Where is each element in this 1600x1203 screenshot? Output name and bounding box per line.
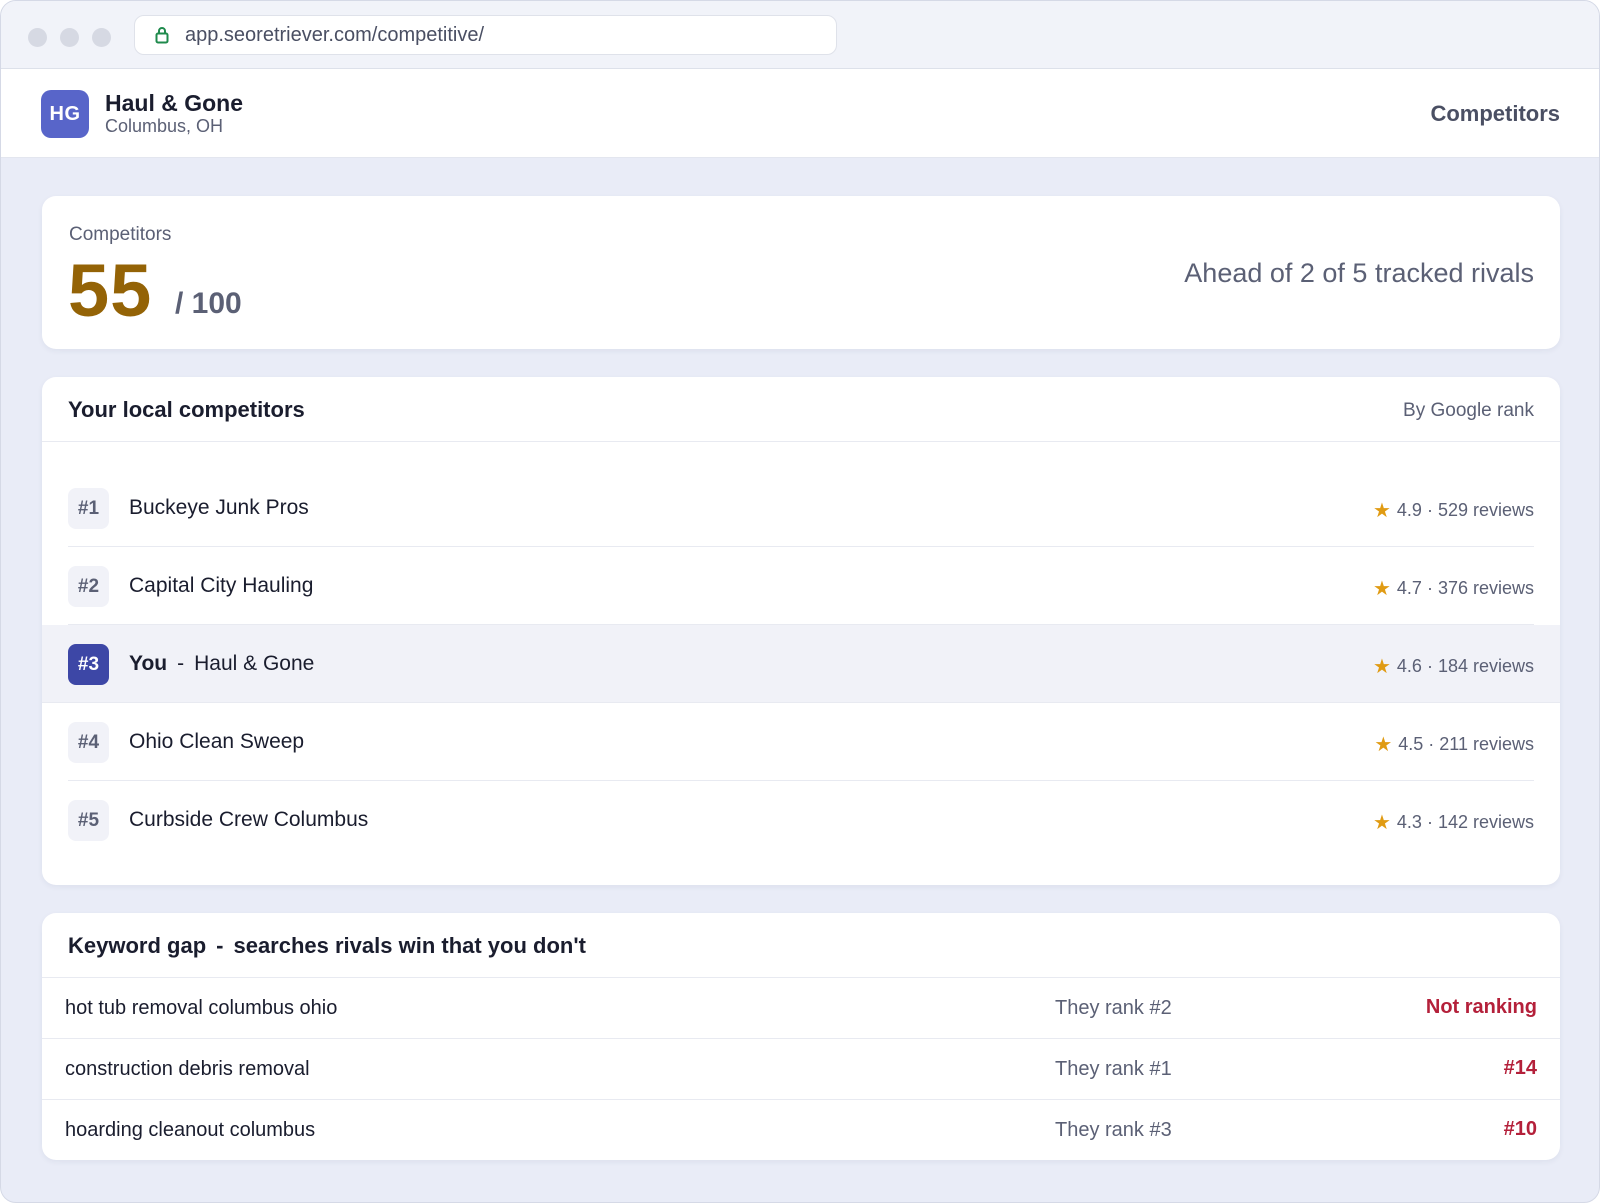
keyword-term: hot tub removal columbus ohio (65, 997, 338, 1019)
keyword-gap-title-main: Keyword gap (68, 933, 207, 958)
business-logo: HG (41, 90, 89, 138)
star-icon: ★ (1372, 656, 1391, 678)
keyword-gap-title: Keyword gap - searches rivals win that you… (68, 933, 586, 959)
rank-badge: #5 (68, 800, 109, 841)
competitors-card: Your local competitors By Google rank #1… (42, 377, 1560, 885)
competitor-row[interactable]: #2 Capital City Hauling ★ 4.7 · 376 revi… (42, 547, 1560, 625)
competitor-rating: ★ 4.3 · 142 reviews (1373, 810, 1534, 835)
rating-text: 4.7 · 376 reviews (1396, 578, 1534, 598)
rank-badge: #2 (68, 566, 109, 607)
your-rank: #14 (1503, 1057, 1537, 1079)
star-icon: ★ (1374, 734, 1393, 756)
your-business-name: Haul & Gone (194, 652, 315, 675)
keyword-row[interactable]: hoarding cleanout columbus They rank #3 … (42, 1100, 1560, 1161)
competitor-rank: They rank #3 (1055, 1119, 1172, 1141)
competitor-rank: They rank #2 (1055, 997, 1172, 1019)
competitor-name: Curbside Crew Columbus (129, 808, 369, 831)
star-icon: ★ (1372, 500, 1391, 522)
competitor-row-you[interactable]: #3 You - Haul & Gone ★ 4.6 · 184 reviews (42, 625, 1560, 703)
competitors-title: Your local competitors (68, 397, 305, 422)
keyword-gap-card: Keyword gap - searches rivals win that you… (42, 913, 1560, 1160)
your-rank: #10 (1503, 1118, 1537, 1140)
competitor-rating: ★ 4.9 · 529 reviews (1373, 498, 1534, 523)
keyword-term: construction debris removal (65, 1058, 310, 1080)
app-header: HG Haul & Gone Columbus, OH Competitors (1, 69, 1599, 158)
competitors-header: Your local competitors By Google rank (42, 377, 1560, 442)
rank-badge: #4 (68, 722, 109, 763)
competitor-rating: ★ 4.7 · 376 reviews (1373, 576, 1534, 601)
window-maximize-dot[interactable] (92, 28, 111, 47)
browser-chrome: app.seoretriever.com/competitive/ (1, 1, 1599, 69)
score-summary: Ahead of 2 of 5 tracked rivals (1184, 258, 1534, 288)
competitor-name: Buckeye Junk Pros (129, 496, 309, 519)
you-tag: You (129, 652, 168, 675)
competitor-row[interactable]: #1 Buckeye Junk Pros ★ 4.9 · 529 reviews (42, 469, 1560, 547)
name-separator: - (177, 652, 185, 675)
star-icon: ★ (1372, 812, 1391, 834)
competitor-rating: ★ 4.5 · 211 reviews (1374, 732, 1534, 757)
score-card: Competitors 55 / 100 Ahead of 2 of 5 tra… (42, 196, 1560, 349)
competitor-row[interactable]: #5 Curbside Crew Columbus ★ 4.3 · 142 re… (42, 781, 1560, 859)
competitor-name: Ohio Clean Sweep (129, 730, 305, 753)
address-bar[interactable]: app.seoretriever.com/competitive/ (134, 15, 837, 55)
competitor-rating: ★ 4.6 · 184 reviews (1373, 654, 1534, 679)
url-text: app.seoretriever.com/competitive/ (185, 23, 485, 46)
competitor-name: Capital City Hauling (129, 574, 314, 597)
competitor-row[interactable]: #4 Ohio Clean Sweep ★ 4.5 · 211 reviews (42, 703, 1560, 781)
rating-text: 4.3 · 142 reviews (1396, 812, 1534, 832)
score-max: / 100 (175, 287, 242, 320)
sort-label[interactable]: By Google rank (1403, 400, 1534, 422)
keyword-row[interactable]: hot tub removal columbus ohio They rank … (42, 978, 1560, 1039)
title-separator: - (216, 933, 224, 958)
lock-icon (155, 27, 169, 44)
rank-badge-you: #3 (68, 644, 109, 685)
competitor-name-you: You - Haul & Gone (129, 652, 314, 676)
keyword-gap-header: Keyword gap - searches rivals win that you… (42, 913, 1560, 978)
score-value: 55 (68, 249, 153, 332)
score-label: Competitors (69, 224, 172, 245)
keyword-gap-subtitle: searches rivals win that you don't (233, 933, 586, 958)
rank-badge: #1 (68, 488, 109, 529)
business-location: Columbus, OH (105, 116, 224, 136)
keyword-term: hoarding cleanout columbus (65, 1119, 316, 1141)
browser-window: app.seoretriever.com/competitive/ HG Hau… (0, 0, 1600, 1203)
rating-text: 4.9 · 529 reviews (1396, 500, 1534, 520)
business-name: Haul & Gone (105, 90, 244, 116)
rating-text: 4.5 · 211 reviews (1398, 734, 1534, 754)
your-rank: Not ranking (1425, 996, 1537, 1018)
keyword-row[interactable]: construction debris removal They rank #1… (42, 1039, 1560, 1100)
competitor-list: #1 Buckeye Junk Pros ★ 4.9 · 529 reviews… (42, 469, 1560, 859)
window-close-dot[interactable] (28, 28, 47, 47)
rating-text: 4.6 · 184 reviews (1396, 656, 1534, 676)
star-icon: ★ (1372, 578, 1391, 600)
window-minimize-dot[interactable] (60, 28, 79, 47)
nav-competitors[interactable]: Competitors (1430, 101, 1560, 127)
competitor-rank: They rank #1 (1055, 1058, 1172, 1080)
